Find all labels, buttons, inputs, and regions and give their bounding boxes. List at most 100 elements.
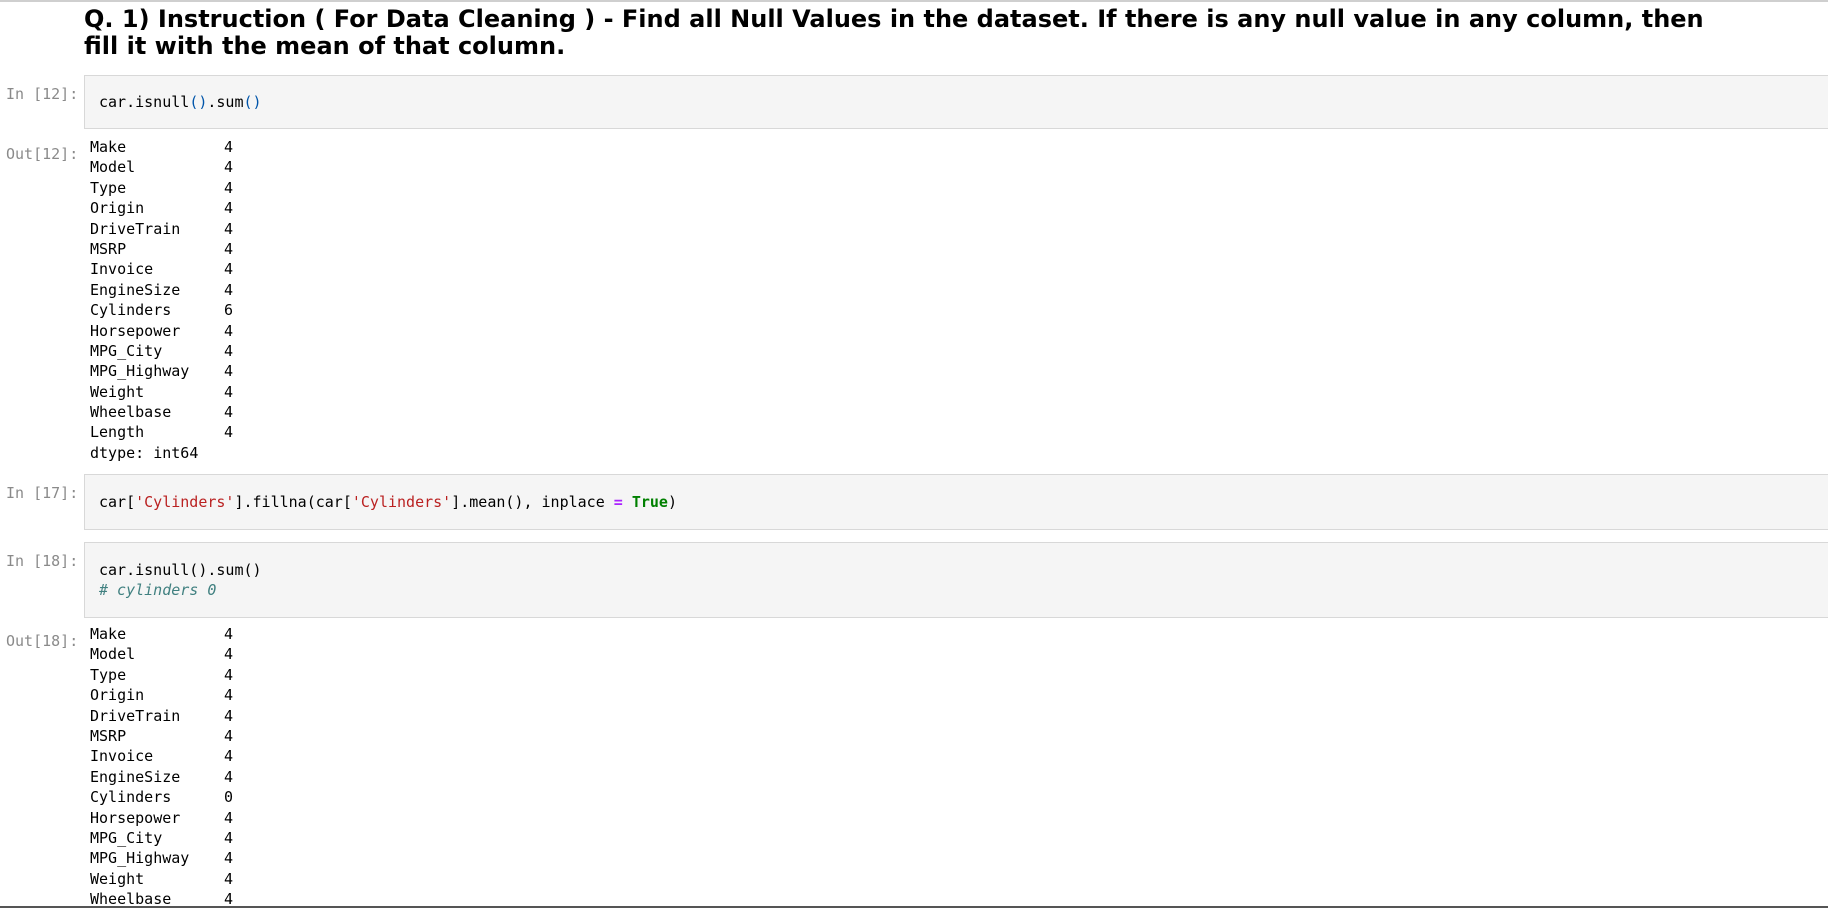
output-row: EngineSize 4	[90, 280, 490, 300]
column-name: Model	[90, 645, 136, 664]
null-count: 4	[224, 260, 234, 279]
notebook-page: Q. 1) Instruction ( For Data Cleaning ) …	[0, 0, 1828, 908]
null-count: 6	[224, 301, 234, 320]
null-count: 4	[224, 767, 234, 786]
output-row: Make 4	[90, 137, 490, 157]
code-cell-12[interactable]: car.isnull().sum()	[84, 75, 1828, 129]
column-name: Model	[90, 158, 136, 177]
output-area-12: Make 4 Model 4 Type 4 Origin 4 DriveTrain 4 MSRP 4 I…	[90, 137, 490, 463]
output-row: Make 4	[90, 624, 490, 644]
column-name: Origin	[90, 199, 145, 218]
output-row: Wheelbase 4	[90, 402, 490, 422]
output-row: MSRP 4	[90, 239, 490, 259]
null-count: 4	[224, 849, 234, 868]
null-count: 4	[224, 362, 234, 381]
output-row: Invoice 4	[90, 259, 490, 279]
input-prompt-12: In [12]:	[6, 85, 79, 103]
code-line: car.isnull().sum()	[99, 93, 262, 111]
column-name: Horsepower	[90, 321, 181, 340]
column-name: EngineSize	[90, 767, 181, 786]
output-row: Type 4	[90, 178, 490, 198]
code-comment: # cylinders 0	[99, 581, 217, 599]
column-name: MSRP	[90, 239, 127, 258]
output-row: DriveTrain 4	[90, 706, 490, 726]
null-count: 4	[224, 382, 234, 401]
output-row: Origin 4	[90, 198, 490, 218]
output-row: Weight 4	[90, 869, 490, 889]
top-divider	[0, 0, 1828, 2]
column-name: MPG_City	[90, 828, 163, 847]
null-count: 4	[224, 706, 234, 725]
column-name: MPG_City	[90, 341, 163, 360]
output-row: MPG_Highway 4	[90, 848, 490, 868]
column-name: Type	[90, 665, 127, 684]
output-row: Model 4	[90, 157, 490, 177]
input-prompt-17: In [17]:	[6, 484, 79, 502]
column-name: DriveTrain	[90, 219, 181, 238]
null-count: 4	[224, 138, 234, 156]
null-count: 4	[224, 625, 234, 643]
column-name: Invoice	[90, 260, 154, 279]
null-count: 4	[224, 645, 234, 664]
null-count: 4	[224, 747, 234, 766]
null-count: 4	[224, 665, 234, 684]
input-prompt-18: In [18]:	[6, 552, 79, 570]
markdown-heading: Q. 1) Instruction ( For Data Cleaning ) …	[84, 5, 1704, 60]
null-count: 4	[224, 869, 234, 888]
column-name: MPG_Highway	[90, 849, 190, 868]
output-row: Horsepower 4	[90, 808, 490, 828]
null-count: 4	[224, 178, 234, 197]
column-name: Weight	[90, 382, 145, 401]
column-name: Cylinders	[90, 301, 172, 320]
code-cell-17[interactable]: car['Cylinders'].fillna(car['Cylinders']…	[84, 474, 1828, 530]
output-row: EngineSize 4	[90, 767, 490, 787]
null-count: 4	[224, 219, 234, 238]
output-row: Invoice 4	[90, 746, 490, 766]
null-count: 4	[224, 808, 234, 827]
output-row: Cylinders 6	[90, 300, 490, 320]
output-row: MPG_Highway 4	[90, 361, 490, 381]
output-row: Horsepower 4	[90, 321, 490, 341]
output-row: Type 4	[90, 665, 490, 685]
null-count: 4	[224, 280, 234, 299]
column-name: Origin	[90, 686, 145, 705]
null-count: 4	[224, 828, 234, 847]
column-name: Horsepower	[90, 808, 181, 827]
null-count: 4	[224, 423, 234, 442]
output-area-18: Make 4 Model 4 Type 4 Origin 4 DriveTrain 4 MSRP 4 I…	[90, 624, 490, 908]
output-row: Cylinders 0	[90, 787, 490, 807]
column-name: Make	[90, 138, 127, 156]
column-name: DriveTrain	[90, 706, 181, 725]
null-count: 4	[224, 321, 234, 340]
null-count: 4	[224, 403, 234, 422]
column-name: Type	[90, 178, 127, 197]
output-row: Weight 4	[90, 382, 490, 402]
code-line: car['Cylinders'].fillna(car['Cylinders']…	[99, 493, 677, 511]
output-row: Origin 4	[90, 685, 490, 705]
null-count: 4	[224, 726, 234, 745]
output-row: MPG_City 4	[90, 341, 490, 361]
null-count: 4	[224, 341, 234, 360]
column-name: Wheelbase	[90, 403, 172, 422]
column-name: MPG_Highway	[90, 362, 190, 381]
column-name: EngineSize	[90, 280, 181, 299]
output-row: MPG_City 4	[90, 828, 490, 848]
null-count: 4	[224, 686, 234, 705]
column-name: Make	[90, 625, 127, 643]
output-row: Model 4	[90, 644, 490, 664]
output-row: MSRP 4	[90, 726, 490, 746]
null-count: 0	[224, 788, 234, 807]
output-row: Length 4	[90, 422, 490, 442]
column-name: Weight	[90, 869, 145, 888]
column-name: Length	[90, 423, 145, 442]
null-count: 4	[224, 158, 234, 177]
null-count: 4	[224, 239, 234, 258]
null-count: 4	[224, 199, 234, 218]
output-row: DriveTrain 4	[90, 219, 490, 239]
code-cell-18[interactable]: car.isnull().sum() # cylinders 0	[84, 542, 1828, 618]
code-line: car.isnull().sum()	[99, 561, 262, 579]
output-prompt-12: Out[12]:	[6, 145, 79, 163]
dtype-line: dtype: int64	[90, 443, 199, 462]
column-name: Invoice	[90, 747, 154, 766]
column-name: MSRP	[90, 726, 127, 745]
